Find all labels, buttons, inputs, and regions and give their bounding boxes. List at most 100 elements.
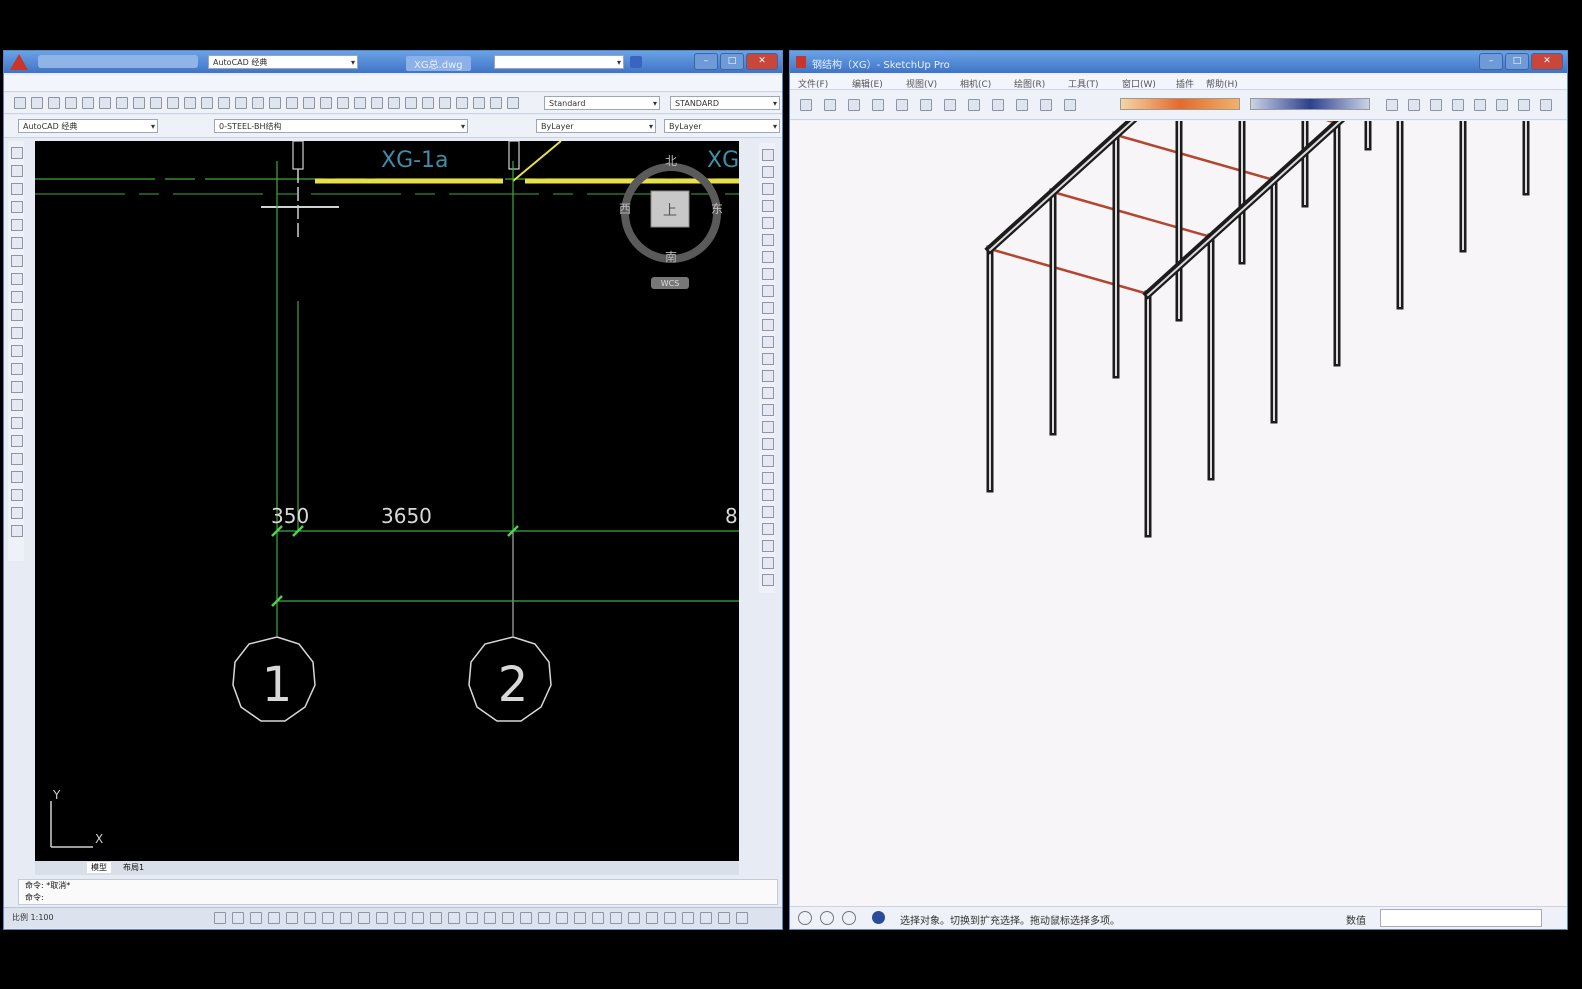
annotation-scale[interactable]: 比例 1:100 <box>12 912 54 923</box>
sketchup-menu-item[interactable]: 文件(F) <box>798 77 828 90</box>
modify-tool-icon[interactable] <box>762 557 774 569</box>
draw-tool-icon[interactable] <box>11 525 23 537</box>
draw-tool-icon[interactable] <box>11 381 23 393</box>
autocad-status-tool-icon[interactable] <box>556 912 568 924</box>
su-maximize-button[interactable]: □ <box>1505 53 1529 70</box>
autocad-standard-tool-icon[interactable] <box>133 97 145 109</box>
draw-tool-icon[interactable] <box>11 147 23 159</box>
modify-tool-icon[interactable] <box>762 574 774 586</box>
modify-tool-icon[interactable] <box>762 404 774 416</box>
viewcube-east[interactable]: 东 <box>711 202 723 216</box>
draw-tool-icon[interactable] <box>11 507 23 519</box>
autocad-drawing-area[interactable]: XG-1a XG 350 3650 8 1 2 上 北 南 西 东 WCS Y … <box>35 141 739 861</box>
shadow-time-slider[interactable] <box>1120 98 1240 110</box>
modify-tool-icon[interactable] <box>762 285 774 297</box>
autocad-status-tool-icon[interactable] <box>484 912 496 924</box>
minimize-button[interactable]: – <box>694 53 718 70</box>
sketchup-tool-icon[interactable] <box>1016 99 1028 111</box>
credits-icon[interactable] <box>820 911 834 925</box>
sketchup-view-tool-icon[interactable] <box>1386 99 1398 111</box>
autocad-status-tool-icon[interactable] <box>538 912 550 924</box>
autocad-standard-tool-icon[interactable] <box>48 97 60 109</box>
sketchup-tool-icon[interactable] <box>824 99 836 111</box>
sketchup-view-tool-icon[interactable] <box>1540 99 1552 111</box>
layer-select[interactable]: 0-STEEL-BH结构 <box>214 119 468 133</box>
modify-tool-icon[interactable] <box>762 438 774 450</box>
autocad-standard-tool-icon[interactable] <box>388 97 400 109</box>
viewcube-south[interactable]: 南 <box>665 249 677 264</box>
draw-tool-icon[interactable] <box>11 273 23 285</box>
autocad-status-tool-icon[interactable] <box>322 912 334 924</box>
autocad-standard-tool-icon[interactable] <box>337 97 349 109</box>
modify-tool-icon[interactable] <box>762 166 774 178</box>
sketchup-view-tool-icon[interactable] <box>1474 99 1486 111</box>
autocad-status-tool-icon[interactable] <box>394 912 406 924</box>
workspace-toolbar-select[interactable]: AutoCAD 经典 <box>18 119 158 133</box>
draw-tool-icon[interactable] <box>11 237 23 249</box>
modify-tool-icon[interactable] <box>762 319 774 331</box>
modify-tool-icon[interactable] <box>762 370 774 382</box>
modify-tool-icon[interactable] <box>762 421 774 433</box>
autocad-status-tool-icon[interactable] <box>376 912 388 924</box>
autocad-standard-tool-icon[interactable] <box>456 97 468 109</box>
sketchup-menu-item[interactable]: 帮助(H) <box>1206 77 1238 90</box>
autocad-status-tool-icon[interactable] <box>412 912 424 924</box>
autocad-status-tool-icon[interactable] <box>520 912 532 924</box>
autocad-standard-tool-icon[interactable] <box>82 97 94 109</box>
draw-tool-icon[interactable] <box>11 453 23 465</box>
text-style-select[interactable]: Standard <box>544 96 660 110</box>
draw-tool-icon[interactable] <box>11 201 23 213</box>
shadow-date-slider[interactable] <box>1250 98 1370 110</box>
autocad-status-tool-icon[interactable] <box>592 912 604 924</box>
modify-tool-icon[interactable] <box>762 523 774 535</box>
measurements-box[interactable] <box>1380 909 1542 927</box>
draw-tool-icon[interactable] <box>11 309 23 321</box>
autocad-standard-tool-icon[interactable] <box>116 97 128 109</box>
autocad-standard-tool-icon[interactable] <box>473 97 485 109</box>
sketchup-menu-item[interactable]: 插件 <box>1176 77 1194 90</box>
autocad-standard-tool-icon[interactable] <box>252 97 264 109</box>
sketchup-menu-item[interactable]: 绘图(R) <box>1014 77 1045 90</box>
autocad-standard-tool-icon[interactable] <box>167 97 179 109</box>
draw-tool-icon[interactable] <box>11 255 23 267</box>
modify-tool-icon[interactable] <box>762 387 774 399</box>
autocad-standard-tool-icon[interactable] <box>14 97 26 109</box>
su-minimize-button[interactable]: – <box>1479 53 1503 70</box>
command-prompt[interactable]: 命令: <box>25 892 777 904</box>
autocad-status-tool-icon[interactable] <box>214 912 226 924</box>
sketchup-menu-item[interactable]: 工具(T) <box>1068 77 1099 90</box>
viewcube-west[interactable]: 西 <box>619 202 631 216</box>
tab-model[interactable]: 模型 <box>87 862 111 873</box>
close-button[interactable]: ✕ <box>746 53 778 70</box>
modify-tool-icon[interactable] <box>762 353 774 365</box>
infocenter-search[interactable] <box>494 55 624 69</box>
sketchup-tool-icon[interactable] <box>1064 99 1076 111</box>
sketchup-menu-item[interactable]: 编辑(E) <box>852 77 883 90</box>
autocad-standard-tool-icon[interactable] <box>184 97 196 109</box>
modify-tool-icon[interactable] <box>762 489 774 501</box>
autocad-status-tool-icon[interactable] <box>430 912 442 924</box>
workspace-select[interactable]: AutoCAD 经典 <box>208 55 358 69</box>
sketchup-view-tool-icon[interactable] <box>1496 99 1508 111</box>
autocad-status-tool-icon[interactable] <box>646 912 658 924</box>
autocad-standard-tool-icon[interactable] <box>99 97 111 109</box>
sketchup-tool-icon[interactable] <box>1040 99 1052 111</box>
sketchup-menu-item[interactable]: 相机(C) <box>960 77 991 90</box>
modify-tool-icon[interactable] <box>762 455 774 467</box>
autocad-standard-tool-icon[interactable] <box>150 97 162 109</box>
autocad-status-tool-icon[interactable] <box>466 912 478 924</box>
autocad-status-tool-icon[interactable] <box>250 912 262 924</box>
draw-tool-icon[interactable] <box>11 435 23 447</box>
autocad-logo-icon[interactable] <box>10 54 28 70</box>
draw-tool-icon[interactable] <box>11 291 23 303</box>
modify-tool-icon[interactable] <box>762 251 774 263</box>
autocad-standard-tool-icon[interactable] <box>286 97 298 109</box>
autocad-standard-tool-icon[interactable] <box>303 97 315 109</box>
autocad-status-tool-icon[interactable] <box>232 912 244 924</box>
su-close-button[interactable]: ✕ <box>1531 53 1563 70</box>
autocad-status-tool-icon[interactable] <box>682 912 694 924</box>
draw-tool-icon[interactable] <box>11 345 23 357</box>
color-select[interactable]: ByLayer <box>536 119 656 133</box>
draw-tool-icon[interactable] <box>11 489 23 501</box>
modify-tool-icon[interactable] <box>762 472 774 484</box>
